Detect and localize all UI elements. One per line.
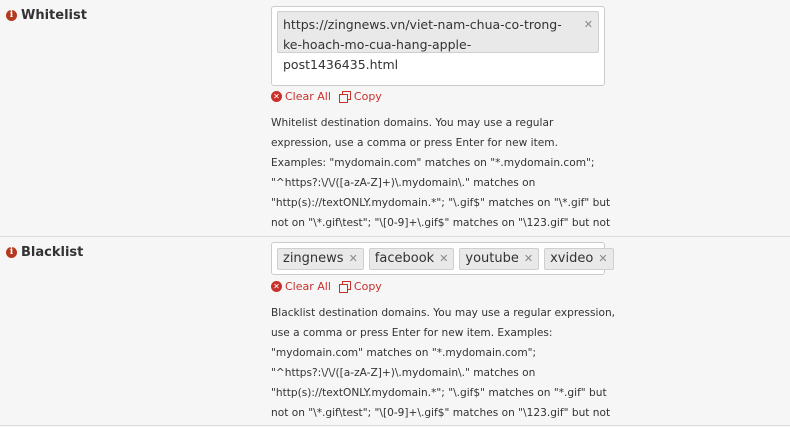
clear-all-label: Clear All [285, 280, 331, 293]
clear-all-label: Clear All [285, 90, 331, 103]
tag-text: zingnews [283, 251, 344, 266]
close-icon[interactable]: ✕ [349, 249, 358, 269]
whitelist-actions: ✕ Clear All Copy [271, 90, 390, 103]
blacklist-tag: zingnews ✕ [277, 248, 364, 270]
blacklist-tag: facebook ✕ [368, 248, 455, 270]
x-circle-icon: ✕ [271, 281, 282, 292]
close-icon[interactable]: ✕ [524, 249, 533, 269]
x-circle-icon: ✕ [271, 91, 282, 102]
blacklist-label: Blacklist [21, 245, 84, 260]
blacklist-tag: xvideo ✕ [544, 248, 614, 270]
copy-label: Copy [353, 90, 382, 103]
copy-button[interactable]: Copy [338, 90, 382, 103]
clear-all-button[interactable]: ✕ Clear All [271, 280, 331, 293]
blacklist-tag: youtube ✕ [459, 248, 540, 270]
info-icon[interactable]: i [6, 247, 17, 258]
tag-text: facebook [374, 251, 435, 266]
blacklist-label-group: i Blacklist [6, 245, 83, 260]
whitelist-section: i Whitelist https://zingnews.vn/viet-nam… [0, 0, 790, 249]
blacklist-section: i Blacklist zingnews ✕ facebook ✕ youtub… [0, 237, 790, 426]
blacklist-tag-input[interactable]: zingnews ✕ facebook ✕ youtube ✕ xvideo ✕ [271, 242, 614, 275]
whitelist-help-text: Whitelist destination domains. You may u… [271, 117, 611, 249]
copy-icon [338, 280, 351, 293]
tag-text: xvideo [550, 251, 594, 266]
blacklist-actions: ✕ Clear All Copy [271, 280, 390, 293]
whitelist-tag-input[interactable]: https://zingnews.vn/viet-nam-chua-co-tro… [271, 6, 605, 86]
whitelist-tag: https://zingnews.vn/viet-nam-chua-co-tro… [277, 11, 599, 72]
close-icon[interactable]: ✕ [439, 249, 448, 269]
close-icon[interactable]: ✕ [598, 249, 607, 269]
tag-text: youtube [465, 251, 519, 266]
blacklist-help-text: Blacklist destination domains. You may u… [271, 307, 616, 419]
copy-button[interactable]: Copy [338, 280, 382, 293]
whitelist-label-group: i Whitelist [6, 8, 87, 23]
tag-text: https://zingnews.vn/viet-nam-chua-co-tro… [283, 17, 562, 72]
copy-label: Copy [353, 280, 382, 293]
close-icon[interactable]: ✕ [584, 15, 593, 35]
clear-all-button[interactable]: ✕ Clear All [271, 90, 331, 103]
info-icon[interactable]: i [6, 10, 17, 21]
copy-icon [338, 90, 351, 103]
whitelist-label: Whitelist [21, 8, 87, 23]
